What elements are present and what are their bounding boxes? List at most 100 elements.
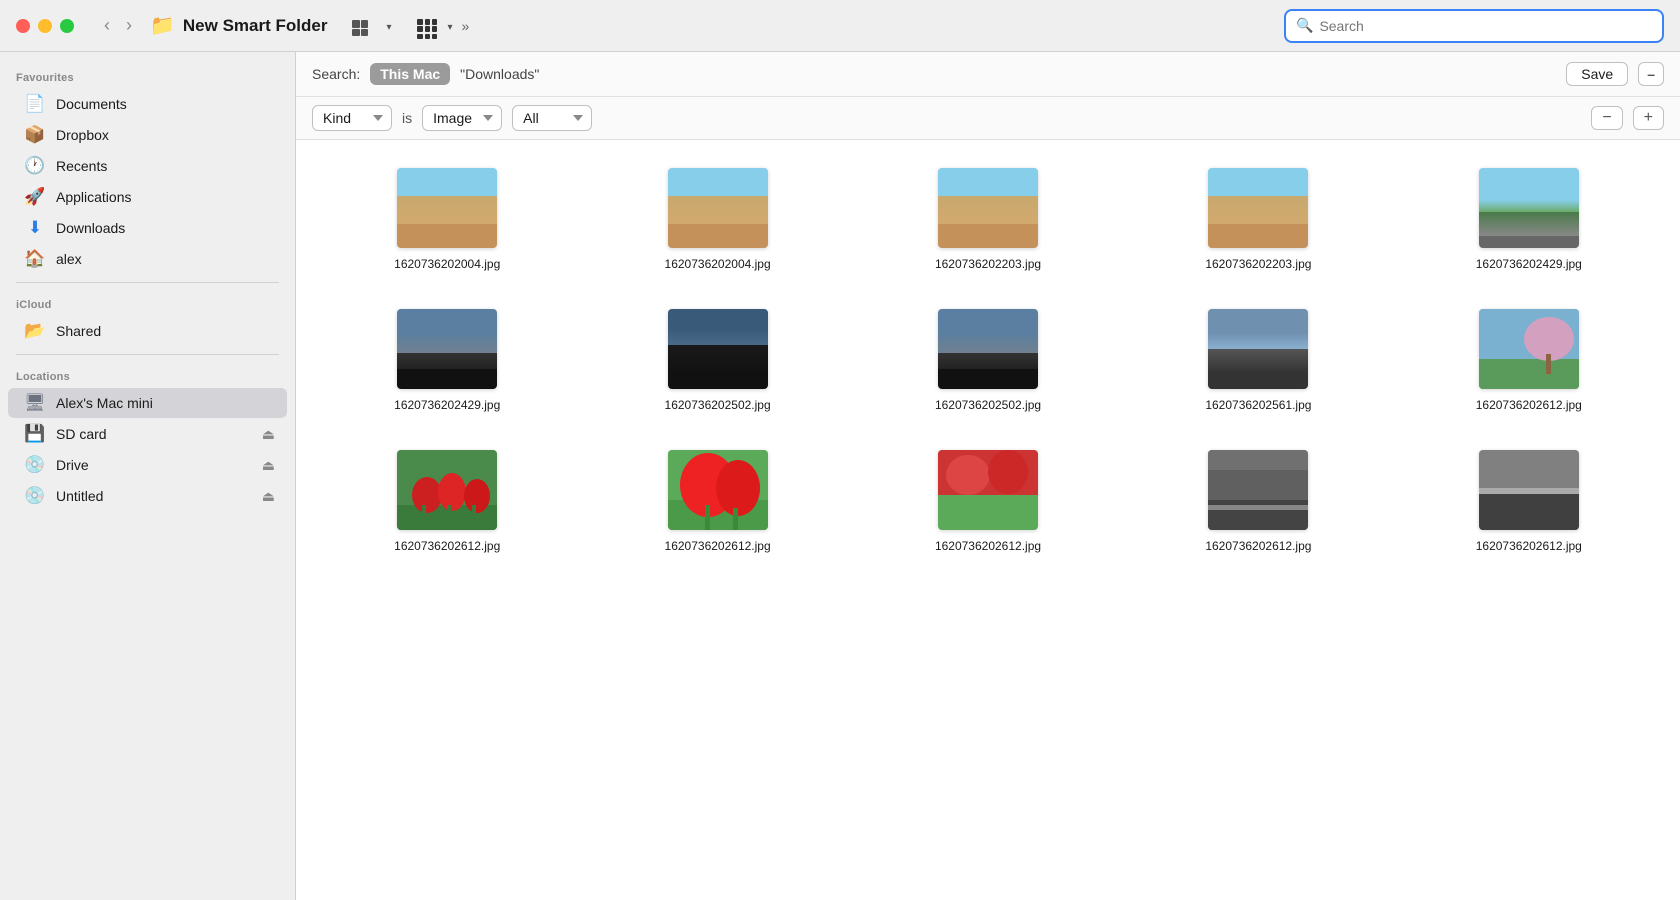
sidebar-item-shared[interactable]: 📂 Shared — [8, 316, 287, 346]
search-filter-bar: Search: This Mac "Downloads" Save – — [296, 52, 1680, 97]
big-grid-view-button[interactable] — [412, 9, 442, 42]
file-item[interactable]: 1620736202612.jpg — [861, 442, 1115, 563]
filter-add-button[interactable]: + — [1633, 106, 1664, 130]
minimize-button[interactable] — [38, 19, 52, 33]
sidebar-dropbox-label: Dropbox — [56, 127, 109, 143]
sidebar-sdcard-label: SD card — [56, 426, 107, 442]
sidebar-divider-2 — [16, 354, 279, 355]
file-thumbnail — [1208, 168, 1308, 248]
shared-icon: 📂 — [24, 321, 46, 341]
file-name: 1620736202561.jpg — [1205, 397, 1311, 414]
file-item[interactable]: 1620736202612.jpg — [1402, 301, 1656, 422]
file-name: 1620736202004.jpg — [665, 256, 771, 273]
close-search-button[interactable]: – — [1638, 62, 1664, 86]
file-item[interactable]: 1620736202203.jpg — [861, 160, 1115, 281]
file-item[interactable]: 1620736202004.jpg — [590, 160, 844, 281]
image-filter-select[interactable]: Image — [422, 105, 502, 131]
sidebar-item-downloads[interactable]: ⬇ Downloads — [8, 213, 287, 243]
file-name: 1620736202612.jpg — [935, 538, 1041, 555]
maximize-button[interactable] — [60, 19, 74, 33]
sdcard-eject-button[interactable]: ⏏ — [262, 426, 275, 443]
sidebar-alex-label: alex — [56, 251, 82, 267]
file-thumbnail — [1479, 450, 1579, 530]
grid-view-icon — [352, 20, 368, 36]
thumbnail-image — [938, 168, 1038, 248]
sidebar-item-alex[interactable]: 🏠 alex — [8, 244, 287, 274]
sidebar-item-dropbox[interactable]: 📦 Dropbox — [8, 120, 287, 150]
sidebar-item-alexmac[interactable]: 🖥 Alex's Mac mini — [8, 388, 287, 418]
sidebar-item-documents[interactable]: 📄 Documents — [8, 89, 287, 119]
file-name: 1620736202612.jpg — [394, 538, 500, 555]
thumbnail-image — [397, 309, 497, 389]
file-name: 1620736202612.jpg — [665, 538, 771, 555]
file-grid: 1620736202004.jpg 1620736202004.jpg 1620… — [296, 140, 1680, 900]
search-input[interactable] — [1319, 18, 1652, 34]
sdcard-icon: 💾 — [24, 424, 46, 444]
file-thumbnail — [1479, 309, 1579, 389]
filter-remove-button[interactable]: − — [1591, 106, 1622, 130]
sidebar-item-applications[interactable]: 🚀 Applications — [8, 182, 287, 212]
favourites-label: Favourites — [0, 64, 295, 88]
file-name: 1620736202502.jpg — [935, 397, 1041, 414]
file-item[interactable]: 1620736202612.jpg — [320, 442, 574, 563]
sidebar-untitled-label: Untitled — [56, 488, 103, 504]
file-item[interactable]: 1620736202502.jpg — [861, 301, 1115, 422]
file-thumbnail — [1208, 309, 1308, 389]
sidebar-item-untitled[interactable]: 💿 Untitled ⏏ — [8, 481, 287, 511]
thumbnail-image — [1479, 168, 1579, 248]
sidebar-downloads-label: Downloads — [56, 220, 125, 236]
back-button[interactable]: ‹ — [98, 13, 116, 38]
thumbnail-image — [397, 168, 497, 248]
file-item[interactable]: 1620736202612.jpg — [1402, 442, 1656, 563]
sidebar-item-drive[interactable]: 💿 Drive ⏏ — [8, 450, 287, 480]
untitled-eject-button[interactable]: ⏏ — [262, 488, 275, 505]
file-item[interactable]: 1620736202612.jpg — [590, 442, 844, 563]
file-name: 1620736202612.jpg — [1476, 397, 1582, 414]
kind-filter-select[interactable]: Kind — [312, 105, 392, 131]
forward-button[interactable]: › — [120, 13, 138, 38]
window-controls — [16, 19, 74, 33]
sidebar-item-sdcard[interactable]: 💾 SD card ⏏ — [8, 419, 287, 449]
file-thumbnail — [938, 168, 1038, 248]
applications-icon: 🚀 — [24, 187, 46, 207]
search-label: Search: — [312, 66, 360, 82]
sidebar-item-recents[interactable]: 🕐 Recents — [8, 151, 287, 181]
chevron-down-icon-2: ▾ — [447, 22, 452, 33]
drive-eject-button[interactable]: ⏏ — [262, 457, 275, 474]
folder-documents-icon: 📄 — [24, 94, 46, 114]
sidebar-drive-label: Drive — [56, 457, 89, 473]
big-grid-options-button[interactable]: ▾ — [442, 14, 457, 38]
file-name: 1620736202004.jpg — [394, 256, 500, 273]
this-mac-button[interactable]: This Mac — [370, 63, 450, 85]
icloud-label: iCloud — [0, 291, 295, 315]
search-box[interactable]: 🔍 — [1284, 9, 1664, 43]
file-item[interactable]: 1620736202561.jpg — [1131, 301, 1385, 422]
thumbnail-image — [938, 309, 1038, 389]
file-item[interactable]: 1620736202502.jpg — [590, 301, 844, 422]
chevron-down-icon: ▾ — [386, 22, 391, 33]
folder-title-area: 📁 New Smart Folder — [150, 13, 327, 38]
file-name: 1620736202502.jpg — [665, 397, 771, 414]
sidebar-recents-label: Recents — [56, 158, 107, 174]
file-item[interactable]: 1620736202004.jpg — [320, 160, 574, 281]
all-filter-select[interactable]: All — [512, 105, 592, 131]
file-item[interactable]: 1620736202203.jpg — [1131, 160, 1385, 281]
thumbnail-image — [1208, 168, 1308, 248]
big-grid-icon — [417, 19, 437, 39]
file-thumbnail — [397, 309, 497, 389]
grid-view-button[interactable] — [347, 12, 373, 40]
close-button[interactable] — [16, 19, 30, 33]
file-thumbnail — [397, 450, 497, 530]
folder-icon: 📁 — [150, 13, 175, 38]
file-item[interactable]: 1620736202429.jpg — [320, 301, 574, 422]
downloads-search-button[interactable]: "Downloads" — [460, 66, 539, 82]
file-item[interactable]: 1620736202612.jpg — [1131, 442, 1385, 563]
thumbnail-image — [668, 168, 768, 248]
sidebar-alexmac-label: Alex's Mac mini — [56, 395, 153, 411]
mac-mini-icon: 🖥 — [24, 393, 46, 413]
view-options-button[interactable]: ▾ — [381, 14, 396, 38]
file-name: 1620736202203.jpg — [935, 256, 1041, 273]
file-item[interactable]: 1620736202429.jpg — [1402, 160, 1656, 281]
is-label: is — [402, 110, 412, 126]
save-button[interactable]: Save — [1566, 62, 1628, 86]
